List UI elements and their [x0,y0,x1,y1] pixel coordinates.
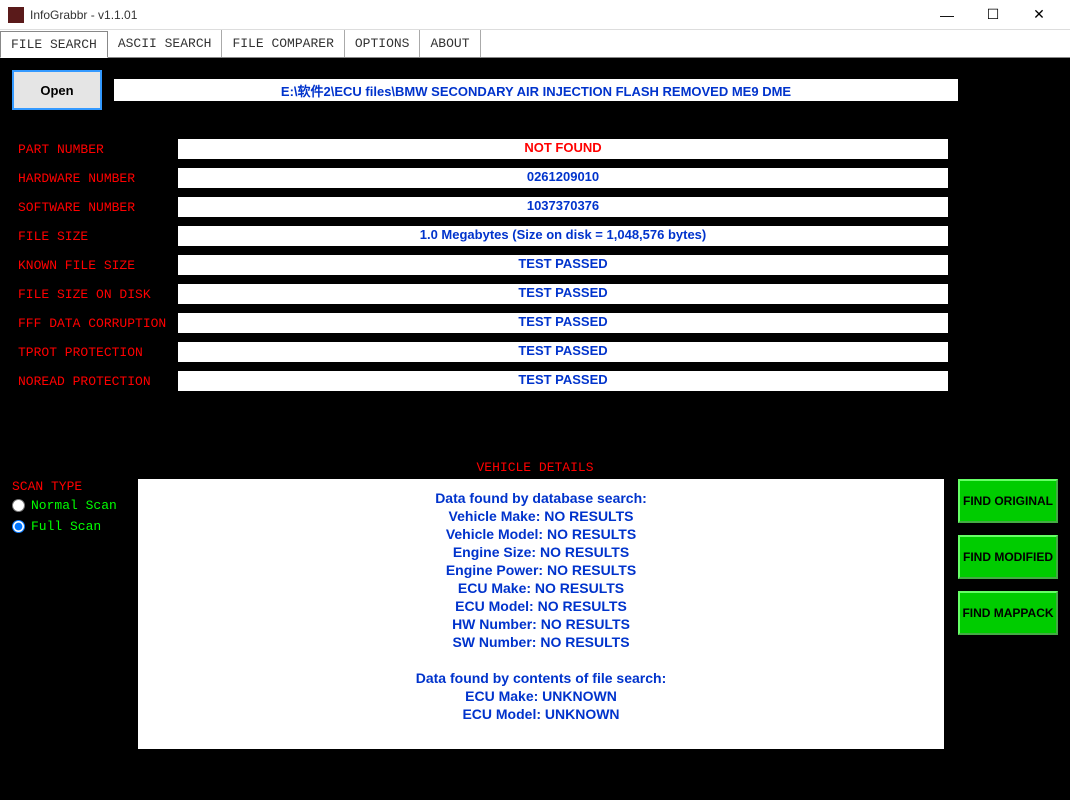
details-line: Engine Power: NO RESULTS [148,561,934,579]
vehicle-details-box: Data found by database search: Vehicle M… [138,479,944,749]
details-line: Data found by contents of file search: [148,669,934,687]
label-known-file-size: KNOWN FILE SIZE [18,258,178,273]
vehicle-details-header: VEHICLE DETAILS [12,460,1058,475]
details-line: SW Number: NO RESULTS [148,633,934,651]
label-tprot-protection: TPROT PROTECTION [18,345,178,360]
tab-options[interactable]: OPTIONS [345,30,421,57]
details-line: Vehicle Model: NO RESULTS [148,525,934,543]
details-line: Vehicle Make: NO RESULTS [148,507,934,525]
open-button[interactable]: Open [12,70,102,110]
app-icon [8,7,24,23]
label-file-size-on-disk: FILE SIZE ON DISK [18,287,178,302]
label-software-number: SOFTWARE NUMBER [18,200,178,215]
value-hardware-number: 0261209010 [178,168,948,188]
details-line: Data found by database search: [148,489,934,507]
label-normal-scan: Normal Scan [31,498,117,513]
minimize-button[interactable]: ― [924,0,970,30]
maximize-button[interactable]: ☐ [970,0,1016,30]
value-file-size: 1.0 Megabytes (Size on disk = 1,048,576 … [178,226,948,246]
tab-about[interactable]: ABOUT [420,30,480,57]
scan-type-title: SCAN TYPE [12,479,130,494]
find-modified-button[interactable]: FIND MODIFIED [958,535,1058,579]
find-mappack-button[interactable]: FIND MAPPACK [958,591,1058,635]
content-area: Open E:\软件2\ECU files\BMW SECONDARY AIR … [0,58,1070,800]
label-full-scan: Full Scan [31,519,101,534]
details-line: Engine Size: NO RESULTS [148,543,934,561]
find-original-button[interactable]: FIND ORIGINAL [958,479,1058,523]
details-line: HW Number: NO RESULTS [148,615,934,633]
value-tprot-protection: TEST PASSED [178,342,948,362]
menubar: FILE SEARCH ASCII SEARCH FILE COMPARER O… [0,30,1070,58]
radio-full-scan[interactable] [12,520,25,533]
value-known-file-size: TEST PASSED [178,255,948,275]
value-noread-protection: TEST PASSED [178,371,948,391]
label-noread-protection: NOREAD PROTECTION [18,374,178,389]
close-button[interactable]: ✕ [1016,0,1062,30]
details-line: ECU Model: UNKNOWN [148,705,934,723]
info-grid: PART NUMBER NOT FOUND HARDWARE NUMBER 02… [18,138,948,392]
details-line: ECU Make: NO RESULTS [148,579,934,597]
value-fff-data-corruption: TEST PASSED [178,313,948,333]
value-part-number: NOT FOUND [178,139,948,159]
titlebar: InfoGrabbr - v1.1.01 ― ☐ ✕ [0,0,1070,30]
value-file-size-on-disk: TEST PASSED [178,284,948,304]
tab-file-search[interactable]: FILE SEARCH [0,31,108,58]
label-fff-data-corruption: FFF DATA CORRUPTION [18,316,178,331]
action-buttons: FIND ORIGINAL FIND MODIFIED FIND MAPPACK [958,479,1058,749]
value-software-number: 1037370376 [178,197,948,217]
details-line: ECU Make: UNKNOWN [148,687,934,705]
details-line [148,651,934,669]
details-line: ECU Model: NO RESULTS [148,597,934,615]
file-path-field[interactable]: E:\软件2\ECU files\BMW SECONDARY AIR INJEC… [114,79,958,101]
radio-normal-scan[interactable] [12,499,25,512]
tab-file-comparer[interactable]: FILE COMPARER [222,30,344,57]
label-hardware-number: HARDWARE NUMBER [18,171,178,186]
label-part-number: PART NUMBER [18,142,178,157]
window-title: InfoGrabbr - v1.1.01 [30,8,924,22]
scan-panel: SCAN TYPE Normal Scan Full Scan [12,479,130,749]
tab-ascii-search[interactable]: ASCII SEARCH [108,30,223,57]
label-file-size: FILE SIZE [18,229,178,244]
